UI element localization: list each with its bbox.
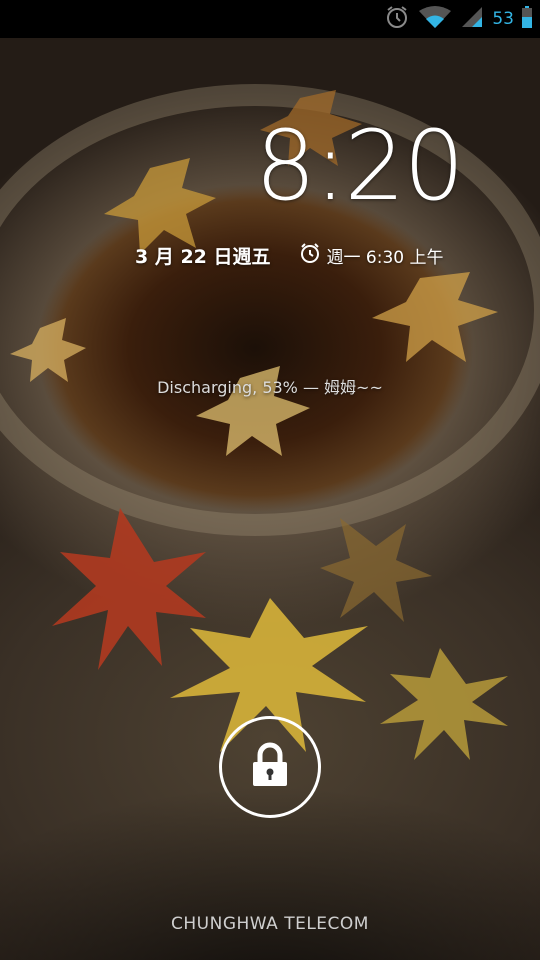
lock-screen: 53 8:20 3 月 22 日週五 週一 6:30 上午 Dischargin…	[0, 0, 540, 960]
date-text: 3 月 22 日週五	[135, 245, 271, 268]
next-alarm: 週一 6:30 上午	[299, 242, 444, 269]
carrier-name: CHUNGHWA TELECOM	[171, 914, 369, 934]
battery-icon	[522, 6, 532, 32]
alarm-icon	[384, 4, 410, 34]
charging-status: Discharging, 53% — 姆姆~~	[157, 378, 383, 397]
date-row: 3 月 22 日週五 週一 6:30 上午	[135, 240, 495, 270]
battery-percent: 53	[492, 9, 514, 29]
status-bar: 53	[0, 0, 540, 38]
unlock-button[interactable]	[219, 716, 321, 818]
clock-time: 8:20	[255, 110, 465, 222]
alarm-clock-icon	[299, 242, 321, 269]
alarm-text: 週一 6:30 上午	[326, 247, 444, 268]
signal-icon	[460, 5, 484, 33]
lock-icon	[250, 742, 290, 792]
wifi-icon	[418, 5, 452, 33]
